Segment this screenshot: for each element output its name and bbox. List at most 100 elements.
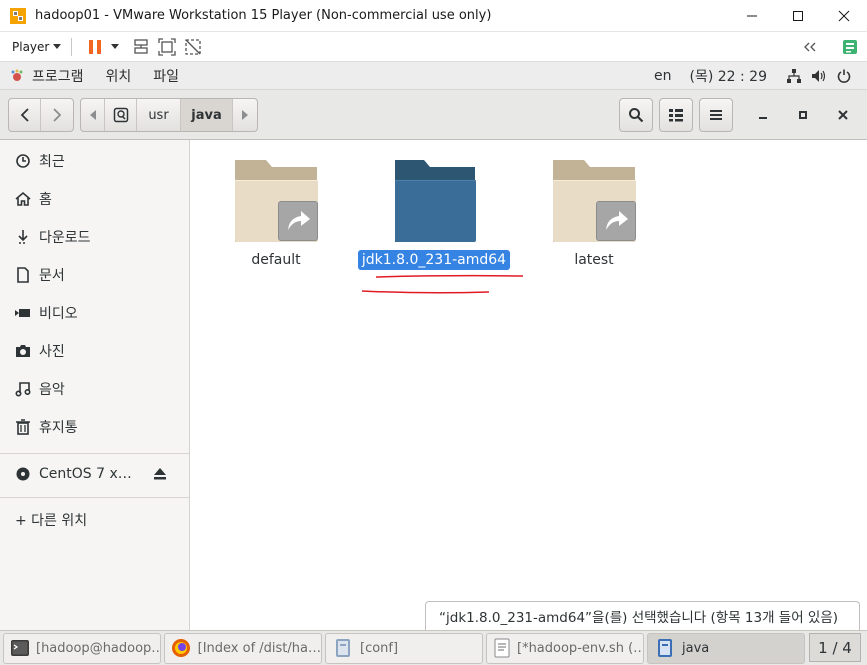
path-segment-usr[interactable]: usr xyxy=(137,99,181,131)
minimize-icon xyxy=(759,117,767,119)
task-java[interactable]: java xyxy=(647,632,805,664)
sidebar-item-home[interactable]: 홈 xyxy=(0,181,189,217)
sidebar-item-label: CentOS 7 x… xyxy=(39,466,132,482)
window-close-button[interactable] xyxy=(831,103,855,127)
clock[interactable]: (목) 22 : 29 xyxy=(689,66,767,86)
task-label: [Index of /dist/ha… xyxy=(197,640,321,656)
trash-icon xyxy=(15,419,31,435)
task-conf[interactable]: [conf] xyxy=(325,632,483,664)
file-item-default[interactable]: default xyxy=(191,158,361,270)
path-scroll-right-button[interactable] xyxy=(233,99,257,131)
task-terminal[interactable]: [hadoop@hadoop… xyxy=(3,632,161,664)
file-view: default jdk1.8.0_231-amd64 latest xyxy=(191,140,867,630)
triangle-left-icon xyxy=(89,110,96,120)
triangle-right-icon xyxy=(242,110,248,120)
chevron-right-icon xyxy=(53,108,62,122)
back-button[interactable] xyxy=(9,99,42,131)
file-item-latest[interactable]: latest xyxy=(509,158,679,270)
input-language-indicator[interactable]: en xyxy=(654,68,672,84)
path-scroll-left-button[interactable] xyxy=(81,99,105,131)
task-label: [conf] xyxy=(360,640,399,656)
clock-icon xyxy=(15,153,31,169)
places-menu[interactable]: 위치 xyxy=(106,66,132,86)
path-root-button[interactable] xyxy=(105,99,137,131)
window-minimize-button[interactable] xyxy=(751,103,775,127)
send-ctrl-alt-del-button[interactable] xyxy=(128,34,154,60)
sidebar-item-label: 휴지통 xyxy=(39,420,78,436)
power-icon[interactable] xyxy=(837,69,851,83)
sidebar-item-recent[interactable]: 최근 xyxy=(0,143,189,179)
task-label: [hadoop@hadoop… xyxy=(36,640,161,656)
folder-symlink-icon xyxy=(235,160,318,242)
file-manager-headerbar: usr java xyxy=(0,90,867,140)
sidebar-item-label: 최근 xyxy=(39,154,65,170)
path-segment-java[interactable]: java xyxy=(181,99,233,131)
minimize-icon xyxy=(747,15,757,17)
file-item-jdk[interactable]: jdk1.8.0_231-amd64 xyxy=(349,158,519,270)
close-button[interactable] xyxy=(821,0,867,32)
sidebar-item-label: 홈 xyxy=(39,192,52,208)
sidebar-separator xyxy=(0,453,189,454)
gnome-foot-icon xyxy=(11,69,23,81)
sidebar-item-label: 비디오 xyxy=(39,306,78,322)
chevron-down-icon xyxy=(111,43,120,49)
folder-icon xyxy=(395,160,476,242)
network-icon[interactable] xyxy=(787,69,801,83)
window-list-taskbar: [hadoop@hadoop… [Index of /dist/ha… [con… xyxy=(0,630,867,665)
maximize-button[interactable] xyxy=(775,0,821,32)
music-icon xyxy=(15,381,31,397)
download-icon xyxy=(15,229,31,245)
menu-button[interactable] xyxy=(699,98,733,132)
sidebar-item-label: 사진 xyxy=(39,344,65,360)
document-icon xyxy=(15,267,31,283)
pause-button[interactable] xyxy=(82,34,108,60)
sidebar-item-centos-disc[interactable]: CentOS 7 x… xyxy=(0,456,189,492)
collapse-toolbar-button[interactable] xyxy=(797,34,823,60)
view-toggle-button[interactable] xyxy=(659,98,693,132)
sidebar-separator xyxy=(0,497,189,498)
double-chevron-left-icon xyxy=(804,42,816,52)
player-menu-label: Player xyxy=(12,39,50,54)
eject-icon xyxy=(154,468,166,480)
search-icon xyxy=(629,108,644,123)
volume-icon[interactable] xyxy=(811,69,827,83)
maximize-icon xyxy=(799,111,807,119)
eject-button[interactable] xyxy=(152,467,168,485)
workspace-pager[interactable]: 1 / 4 xyxy=(809,633,861,662)
firefox-icon xyxy=(171,637,192,659)
sidebar-item-downloads[interactable]: 다운로드 xyxy=(0,219,189,255)
applications-menu[interactable]: 프로그램 xyxy=(32,66,84,86)
terminal-icon xyxy=(10,637,30,659)
file-manager-icon xyxy=(654,637,676,659)
task-firefox[interactable]: [Index of /dist/ha… xyxy=(164,632,322,664)
close-icon xyxy=(838,110,848,120)
task-label: java xyxy=(682,640,710,656)
sidebar-item-label: 다운로드 xyxy=(39,230,91,246)
search-button[interactable] xyxy=(619,98,653,132)
close-icon xyxy=(838,10,850,22)
sidebar-item-documents[interactable]: 문서 xyxy=(0,257,189,293)
sidebar-item-pictures[interactable]: 사진 xyxy=(0,333,189,369)
forward-button[interactable] xyxy=(41,99,73,131)
minimize-button[interactable] xyxy=(729,0,775,32)
library-button[interactable] xyxy=(837,34,863,60)
vmware-logo-icon xyxy=(10,7,26,24)
files-menu[interactable]: 파일 xyxy=(153,66,179,86)
window-title: hadoop01 - VMware Workstation 15 Player … xyxy=(35,8,492,23)
drive-icon xyxy=(113,107,128,123)
video-icon xyxy=(15,305,31,321)
player-menu[interactable]: Player xyxy=(12,39,62,54)
sidebar-item-videos[interactable]: 비디오 xyxy=(0,295,189,331)
window-maximize-button[interactable] xyxy=(791,103,815,127)
sidebar-item-music[interactable]: 음악 xyxy=(0,371,189,407)
sidebar-item-other-locations[interactable]: + 다른 위치 xyxy=(0,502,189,538)
unity-icon xyxy=(185,38,201,55)
fit-guest-button[interactable] xyxy=(154,34,180,60)
sidebar-item-trash[interactable]: 휴지통 xyxy=(0,409,189,445)
unity-button[interactable] xyxy=(180,34,206,60)
text-editor-icon xyxy=(493,637,511,659)
toolbar-separator xyxy=(71,37,73,56)
task-text-editor[interactable]: [*hadoop-env.sh (… xyxy=(486,632,644,664)
sidebar-item-label: 음악 xyxy=(39,382,65,398)
pause-dropdown[interactable] xyxy=(108,34,122,60)
